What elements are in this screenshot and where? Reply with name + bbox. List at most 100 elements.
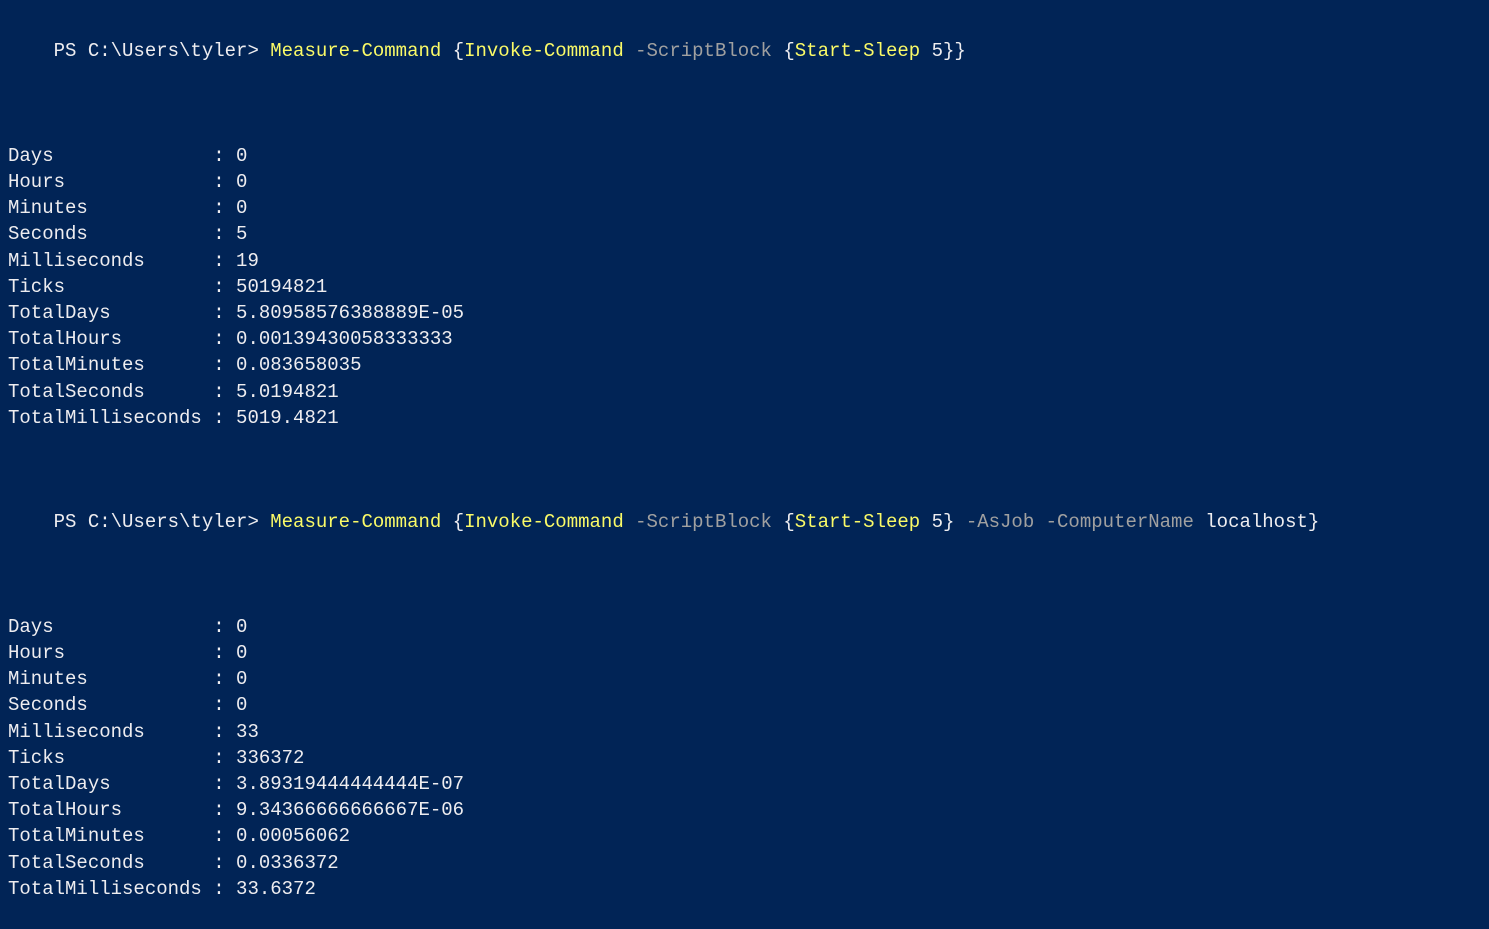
output-value: 9.34366666666667E-06 (236, 799, 464, 821)
powershell-terminal[interactable]: PS C:\Users\tyler> Measure-Command {Invo… (8, 12, 1481, 902)
output-separator: : (213, 852, 236, 874)
output-row: TotalMilliseconds : 5019.4821 (8, 405, 1481, 431)
output-value: 0.00056062 (236, 825, 350, 847)
output-value: 0 (236, 616, 247, 638)
output-row: Seconds : 5 (8, 221, 1481, 247)
command-line-2: PS C:\Users\tyler> Measure-Command {Invo… (8, 483, 1481, 562)
output-separator: : (213, 616, 236, 638)
output-label: Days (8, 616, 213, 638)
output-separator: : (213, 354, 236, 376)
prompt-prefix-2: PS C:\Users\tyler> (54, 511, 271, 533)
output-label: TotalMinutes (8, 825, 213, 847)
output-value: 0.0336372 (236, 852, 339, 874)
output-row: TotalMilliseconds : 33.6372 (8, 876, 1481, 902)
output-value: 5019.4821 (236, 407, 339, 429)
output-separator: : (213, 799, 236, 821)
command-text-1: Measure-Command {Invoke-Command -ScriptB… (270, 40, 966, 62)
output-row: Days : 0 (8, 614, 1481, 640)
command-token: { (453, 40, 464, 62)
command-token: 5 (932, 40, 943, 62)
output-value: 336372 (236, 747, 304, 769)
output-label: Milliseconds (8, 250, 213, 272)
output-row: TotalDays : 5.80958576388889E-05 (8, 300, 1481, 326)
output-value: 0 (236, 642, 247, 664)
output-value: 0 (236, 197, 247, 219)
output-label: Hours (8, 171, 213, 193)
output-row: Ticks : 336372 (8, 745, 1481, 771)
output-separator: : (213, 302, 236, 324)
output-row: Hours : 0 (8, 169, 1481, 195)
output-row: Days : 0 (8, 143, 1481, 169)
output-label: Days (8, 145, 213, 167)
output-value: 33 (236, 721, 259, 743)
command-token: Start-Sleep (795, 511, 932, 533)
command-token: -AsJob -ComputerName (966, 511, 1205, 533)
command-token: }} (943, 40, 966, 62)
output-label: TotalDays (8, 302, 213, 324)
output-separator: : (213, 773, 236, 795)
output-row: TotalDays : 3.89319444444444E-07 (8, 771, 1481, 797)
command-token: -ScriptBlock (635, 40, 783, 62)
output-row: TotalMinutes : 0.083658035 (8, 352, 1481, 378)
output-label: TotalSeconds (8, 381, 213, 403)
output-row: TotalHours : 0.00139430058333333 (8, 326, 1481, 352)
command-token: -ScriptBlock (635, 511, 783, 533)
output-label: TotalMilliseconds (8, 407, 213, 429)
command-text-2: Measure-Command {Invoke-Command -ScriptB… (270, 511, 1319, 533)
output-label: TotalHours (8, 328, 213, 350)
output-label: Minutes (8, 668, 213, 690)
output-value: 33.6372 (236, 878, 316, 900)
output-row: TotalSeconds : 5.0194821 (8, 379, 1481, 405)
output-label: TotalHours (8, 799, 213, 821)
output-separator: : (213, 642, 236, 664)
output-block-2: Days : 0Hours : 0Minutes : 0Seconds : 0M… (8, 614, 1481, 902)
output-row: Ticks : 50194821 (8, 274, 1481, 300)
command-token: localhost (1205, 511, 1308, 533)
output-separator: : (213, 381, 236, 403)
output-separator: : (213, 145, 236, 167)
output-separator: : (213, 171, 236, 193)
output-value: 0.00139430058333333 (236, 328, 453, 350)
output-value: 50194821 (236, 276, 327, 298)
output-separator: : (213, 878, 236, 900)
output-value: 5.80958576388889E-05 (236, 302, 464, 324)
output-label: Milliseconds (8, 721, 213, 743)
command-token: Invoke-Command (464, 511, 635, 533)
command-token: 5 (932, 511, 943, 533)
output-label: TotalDays (8, 773, 213, 795)
output-separator: : (213, 250, 236, 272)
output-separator: : (213, 328, 236, 350)
output-separator: : (213, 721, 236, 743)
output-value: 0 (236, 668, 247, 690)
output-separator: : (213, 747, 236, 769)
output-separator: : (213, 223, 236, 245)
command-token: } (1308, 511, 1319, 533)
output-row: Minutes : 0 (8, 195, 1481, 221)
output-label: Seconds (8, 694, 213, 716)
output-value: 3.89319444444444E-07 (236, 773, 464, 795)
output-value: 0 (236, 694, 247, 716)
output-value: 0.083658035 (236, 354, 361, 376)
output-value: 5.0194821 (236, 381, 339, 403)
output-separator: : (213, 407, 236, 429)
output-value: 19 (236, 250, 259, 272)
output-label: Minutes (8, 197, 213, 219)
command-token: Start-Sleep (795, 40, 932, 62)
output-label: TotalMinutes (8, 354, 213, 376)
output-label: Hours (8, 642, 213, 664)
command-line-1: PS C:\Users\tyler> Measure-Command {Invo… (8, 12, 1481, 91)
output-value: 0 (236, 145, 247, 167)
output-label: TotalMilliseconds (8, 878, 213, 900)
command-token: Measure-Command (270, 40, 452, 62)
output-block-1: Days : 0Hours : 0Minutes : 0Seconds : 5M… (8, 143, 1481, 431)
output-separator: : (213, 694, 236, 716)
output-separator: : (213, 668, 236, 690)
output-row: Milliseconds : 19 (8, 248, 1481, 274)
output-separator: : (213, 276, 236, 298)
output-row: TotalSeconds : 0.0336372 (8, 850, 1481, 876)
output-label: Ticks (8, 747, 213, 769)
output-separator: : (213, 197, 236, 219)
output-row: Seconds : 0 (8, 692, 1481, 718)
command-token: Invoke-Command (464, 40, 635, 62)
command-token: { (453, 511, 464, 533)
